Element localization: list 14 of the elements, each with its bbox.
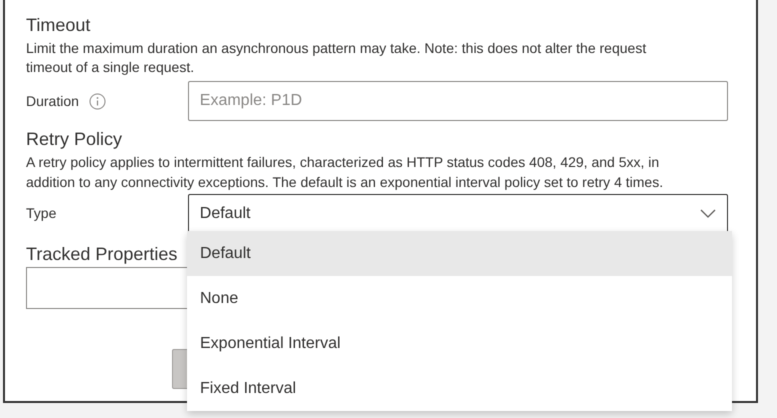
field-label: Duration xyxy=(26,92,79,110)
section-title: Timeout xyxy=(26,14,92,36)
dropdown-option[interactable]: Exponential Interval xyxy=(187,321,732,366)
dropdown-option[interactable]: Fixed Interval xyxy=(187,366,732,411)
info-icon[interactable] xyxy=(88,92,106,110)
chevron-down-icon xyxy=(700,209,716,218)
section-description: Limit the maximum duration an asynchronous pattern may take. Note: this does not alter the request timeout of a single request. xyxy=(26,39,648,77)
section-title: Tracked Properties xyxy=(26,243,178,265)
dropdown-option[interactable]: None xyxy=(187,276,732,321)
dropdown-option[interactable]: Default xyxy=(187,231,732,276)
section-description: A retry policy applies to intermittent failures, characterized as HTTP status codes 408, 429, and 5xx, in addition to any connectivity exceptions. The default is an exponential interval policy set to retry 4 times. xyxy=(26,153,664,192)
field-label: Type xyxy=(26,204,56,220)
section-title: Retry Policy xyxy=(26,128,124,150)
duration-field[interactable]: Example: P1D xyxy=(188,81,728,121)
